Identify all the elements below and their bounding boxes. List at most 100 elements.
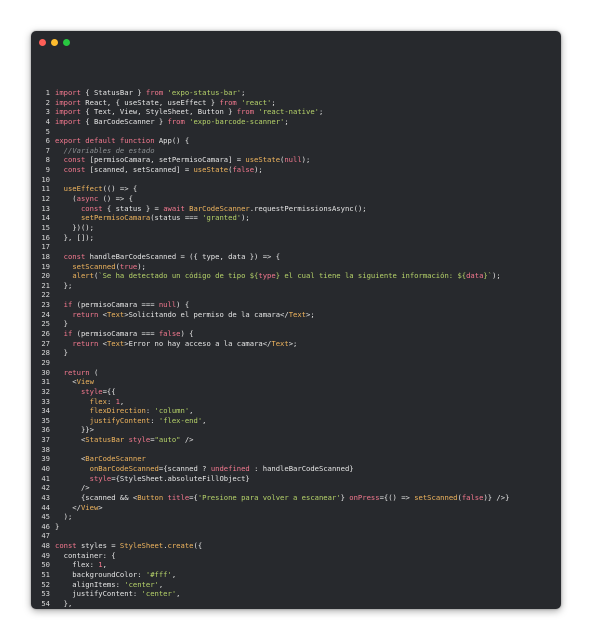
code-token: setScanned bbox=[72, 261, 116, 271]
code-text: export default function App() { bbox=[55, 136, 189, 146]
code-line: 25 } bbox=[39, 319, 555, 329]
code-token: style bbox=[80, 386, 103, 396]
line-number: 1 bbox=[45, 88, 50, 97]
code-token: ); bbox=[254, 165, 263, 175]
code-token: : handleBarCodeScanned} bbox=[249, 463, 354, 473]
code-text: alignItems: 'center', bbox=[55, 580, 163, 590]
code-token: ={StyleSheet.absoluteFillObject} bbox=[111, 473, 250, 483]
code-line: 19 setScanned(true); bbox=[39, 262, 555, 272]
line-number: 33 bbox=[41, 396, 50, 406]
line-number: 30 bbox=[41, 367, 50, 377]
line-number: 40 bbox=[41, 463, 50, 473]
line-number: 19 bbox=[41, 261, 50, 271]
minimize-dot-icon[interactable] bbox=[51, 39, 58, 46]
code-token: } bbox=[55, 319, 68, 329]
line-number: 38 bbox=[41, 444, 50, 454]
code-text: style={StyleSheet.absoluteFillObject} bbox=[55, 474, 250, 484]
code-token: Text bbox=[106, 309, 125, 319]
line-number: 20 bbox=[41, 271, 50, 281]
code-text: } bbox=[55, 522, 59, 532]
code-token: /> bbox=[180, 435, 194, 445]
code-token: ( bbox=[55, 194, 77, 204]
window-controls bbox=[39, 39, 70, 47]
code-token: ={{ bbox=[102, 386, 116, 396]
line-number: 37 bbox=[41, 435, 50, 445]
code-text: flex: 1, bbox=[55, 560, 107, 570]
code-token: ) { bbox=[180, 329, 194, 339]
line-number: 45 bbox=[41, 512, 50, 522]
code-line: 37 <StatusBar style="auto" /> bbox=[39, 435, 555, 445]
code-token: '#fff' bbox=[145, 570, 172, 580]
code-text: const styles = StyleSheet.create({ bbox=[55, 541, 202, 551]
zoom-dot-icon[interactable] bbox=[63, 39, 70, 46]
code-token: import bbox=[55, 116, 81, 126]
code-editor[interactable]: 1 import { StatusBar } from 'expo-status-… bbox=[39, 88, 555, 609]
code-token: .requestPermissionsAsync(); bbox=[249, 203, 367, 213]
code-token: 'react' bbox=[241, 97, 272, 107]
line-number: 44 bbox=[41, 502, 50, 512]
code-line: 33 flex: 1, bbox=[39, 397, 555, 407]
line-number: 47 bbox=[41, 531, 50, 541]
line-number: 27 bbox=[41, 338, 50, 348]
code-token: [permisoCamara, setPermisoCamara] = bbox=[85, 155, 246, 165]
code-token: const bbox=[80, 203, 103, 213]
code-token: export default function bbox=[55, 136, 155, 146]
code-token: BarCodeScanner bbox=[85, 454, 146, 464]
line-number: 46 bbox=[41, 521, 50, 531]
code-token: const bbox=[63, 251, 86, 261]
code-token: justifyContent bbox=[89, 415, 151, 425]
code-line: 35 justifyContent: 'flex-end', bbox=[39, 416, 555, 426]
code-line: 42 /> bbox=[39, 483, 555, 493]
line-number: 29 bbox=[41, 357, 50, 367]
code-token: ({ bbox=[193, 541, 203, 551]
code-token: , bbox=[176, 589, 181, 599]
line-number: 41 bbox=[41, 473, 50, 483]
code-token: from bbox=[219, 97, 237, 107]
code-line: 26 if (permisoCamara === false) { bbox=[39, 329, 555, 339]
code-token: [scanned, setScanned] = bbox=[85, 165, 194, 175]
code-token: return bbox=[72, 309, 99, 319]
code-token: < bbox=[55, 454, 86, 464]
line-number: 42 bbox=[41, 483, 50, 493]
code-token: }, bbox=[55, 598, 73, 608]
code-token: : bbox=[145, 406, 155, 416]
code-line: 3 import { Text, View, StyleSheet, Button… bbox=[39, 107, 555, 117]
code-text: return ( bbox=[55, 367, 99, 378]
code-text: })(); bbox=[55, 223, 94, 233]
code-text: import { StatusBar } from 'expo-status-b… bbox=[55, 88, 245, 98]
code-text: alert(`Se ha detectado un código de tipo… bbox=[55, 271, 500, 281]
code-line: 20 alert(`Se ha detectado un código de t… bbox=[39, 271, 555, 281]
line-number: 32 bbox=[41, 386, 50, 396]
code-token: { StatusBar } bbox=[80, 88, 146, 97]
code-text: <StatusBar style="auto" /> bbox=[55, 435, 194, 445]
code-text: }, []); bbox=[55, 233, 94, 243]
code-token: 'granted' bbox=[202, 213, 242, 223]
line-number: 52 bbox=[41, 579, 50, 589]
line-number: 11 bbox=[41, 184, 50, 194]
close-dot-icon[interactable] bbox=[39, 39, 46, 46]
line-number: 24 bbox=[41, 309, 50, 319]
line-number: 9 bbox=[45, 165, 50, 175]
code-token: { status } = bbox=[102, 203, 164, 213]
line-number: 51 bbox=[41, 570, 50, 580]
code-text: }; bbox=[55, 280, 73, 291]
line-number: 15 bbox=[41, 222, 50, 232]
code-line: 13 const { status } = await BarCodeScann… bbox=[39, 204, 555, 214]
line-number: 43 bbox=[41, 492, 50, 502]
code-line: 31 <View bbox=[39, 377, 555, 387]
code-text: } bbox=[55, 319, 68, 329]
code-token: from bbox=[145, 88, 164, 97]
code-token: styles = bbox=[76, 541, 120, 551]
code-token: 'react-native' bbox=[258, 107, 319, 117]
code-token: , bbox=[202, 415, 207, 425]
code-token: }; bbox=[55, 280, 73, 290]
code-text: backgroundColor: '#fff', bbox=[55, 570, 176, 580]
line-number: 13 bbox=[41, 203, 50, 213]
line-number: 49 bbox=[41, 550, 50, 560]
line-number: 22 bbox=[41, 290, 50, 300]
code-token: ={() => bbox=[379, 492, 415, 502]
code-token: return bbox=[63, 367, 90, 377]
